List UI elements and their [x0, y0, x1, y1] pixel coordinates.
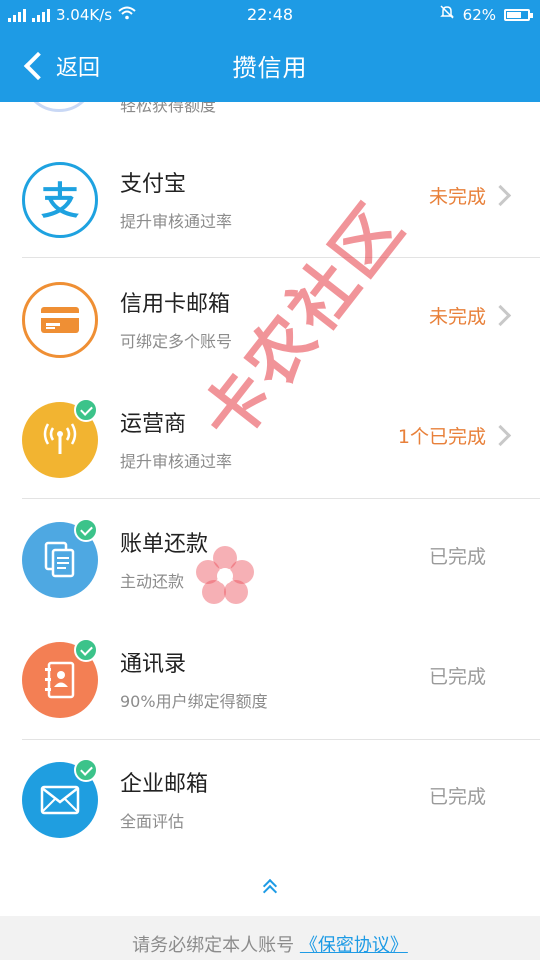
item-status: 1个已完成	[397, 426, 486, 448]
item-name: 通讯录	[120, 652, 187, 677]
item-status: 未完成	[428, 186, 486, 208]
double-chevron-up-icon[interactable]	[262, 878, 278, 900]
verified-check-icon	[74, 398, 98, 422]
footer-notice: 请务必绑定本人账号 《保密协议》	[0, 916, 540, 960]
list-item-carrier[interactable]: 运营商 提升审核通过率 1个已完成	[0, 378, 540, 498]
chevron-right-icon	[489, 424, 512, 447]
list-item-enterprise-email[interactable]: 企业邮箱 全面评估 已完成	[0, 738, 540, 858]
list-item-credit-card-email[interactable]: 信用卡邮箱 可绑定多个账号 未完成	[0, 258, 540, 378]
item-name: 信用卡邮箱	[120, 292, 231, 317]
partial-item-icon	[22, 102, 96, 112]
item-desc: 90%用户绑定得额度	[120, 692, 268, 711]
list-item-bill-repayment[interactable]: 账单还款 主动还款 已完成	[0, 498, 540, 618]
privacy-agreement-link[interactable]: 《保密协议》	[300, 935, 408, 956]
item-desc: 提升审核通过率	[120, 452, 233, 471]
svg-text:支: 支	[41, 179, 79, 222]
item-name: 企业邮箱	[120, 772, 209, 797]
item-status: 已完成	[428, 546, 486, 568]
list-item-contacts[interactable]: 通讯录 90%用户绑定得额度 已完成	[0, 618, 540, 738]
item-desc: 全面评估	[120, 812, 185, 831]
header: 返回 攒信用	[0, 30, 540, 102]
footer-text: 请务必绑定本人账号	[132, 935, 295, 956]
page-title: 攒信用	[232, 54, 308, 82]
bell-muted-icon	[439, 0, 455, 30]
battery-icon	[504, 9, 533, 21]
chevron-right-icon	[489, 184, 512, 207]
verified-check-icon	[74, 518, 98, 542]
verified-check-icon	[74, 638, 98, 662]
top-bar: 3.04K/s 22:48 62% 返回 攒信用	[0, 0, 540, 102]
status-right: 62%	[439, 0, 533, 30]
item-name: 支付宝	[120, 172, 187, 197]
status-bar: 3.04K/s 22:48 62%	[0, 0, 540, 30]
item-desc: 可绑定多个账号	[120, 332, 233, 351]
partial-item-desc: 轻松获得额度	[120, 102, 217, 115]
item-name: 运营商	[120, 412, 187, 437]
chevron-right-icon	[489, 304, 512, 327]
list-item-alipay[interactable]: 支 支付宝 提升审核通过率 未完成	[0, 138, 540, 258]
battery-percent: 62%	[462, 6, 496, 24]
credit-card-icon	[22, 282, 98, 358]
item-name: 账单还款	[120, 532, 209, 557]
item-status: 已完成	[428, 666, 486, 688]
item-desc: 主动还款	[120, 572, 185, 591]
verified-check-icon	[74, 758, 98, 782]
partial-list-item: 轻松获得额度	[0, 102, 540, 118]
item-status: 未完成	[428, 306, 486, 328]
item-status: 已完成	[428, 786, 486, 808]
item-desc: 提升审核通过率	[120, 212, 233, 231]
alipay-icon: 支	[22, 162, 98, 238]
